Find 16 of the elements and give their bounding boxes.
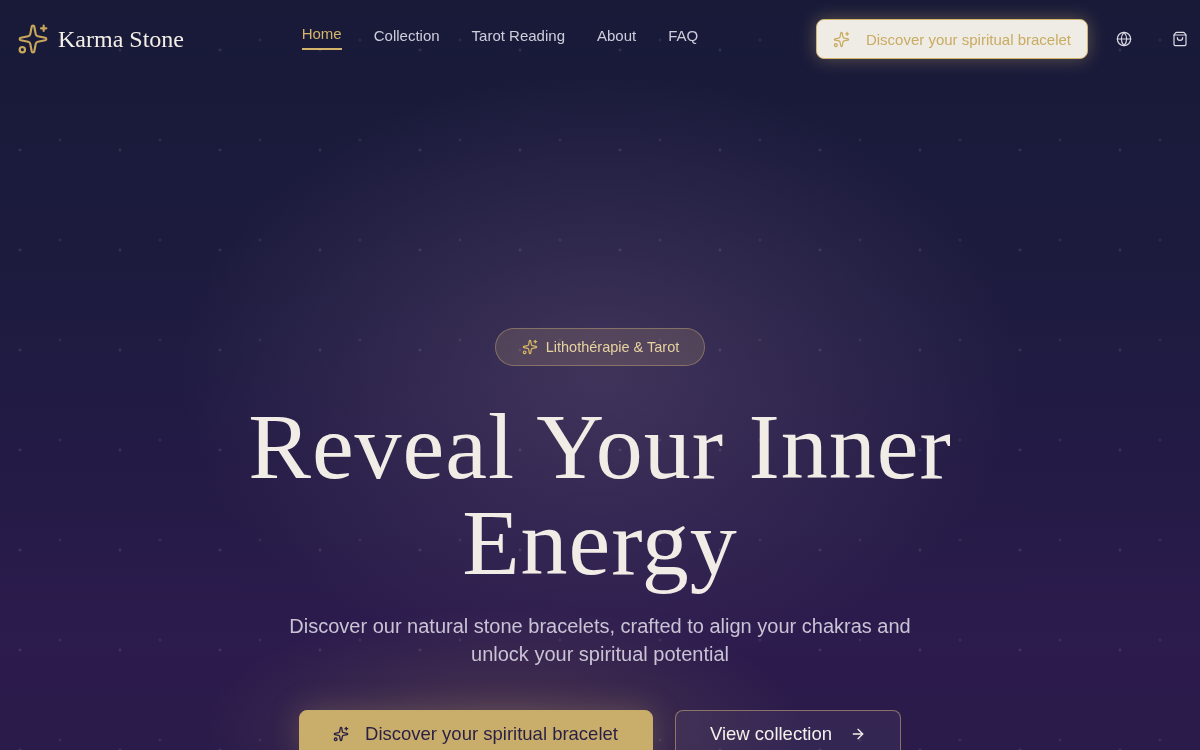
hero-subtitle: Discover our natural stone bracelets, crafted to align your chakras and unlock your spiritual potential [288,614,912,667]
sparkles-icon [333,726,349,742]
sparkles-icon [832,30,850,48]
sparkles-logo-icon [17,23,49,55]
shopping-bag-icon [1172,31,1188,47]
globe-icon [1116,31,1132,47]
nav-link[interactable]: Home [301,24,342,50]
nav-link[interactable]: Collection [373,26,440,52]
discover-bracelet-button[interactable]: Discover your spiritual bracelet [299,710,653,750]
nav-link[interactable]: About [597,26,637,52]
badge-text: Lithothérapie & Tarot [545,339,680,355]
sparkles-icon [521,339,538,355]
logo[interactable]: Karma Stone [17,23,184,55]
nav-link[interactable]: FAQ [668,26,699,52]
view-collection-button[interactable]: View collection [674,710,901,750]
nav-link[interactable]: Tarot Reading [471,26,565,52]
